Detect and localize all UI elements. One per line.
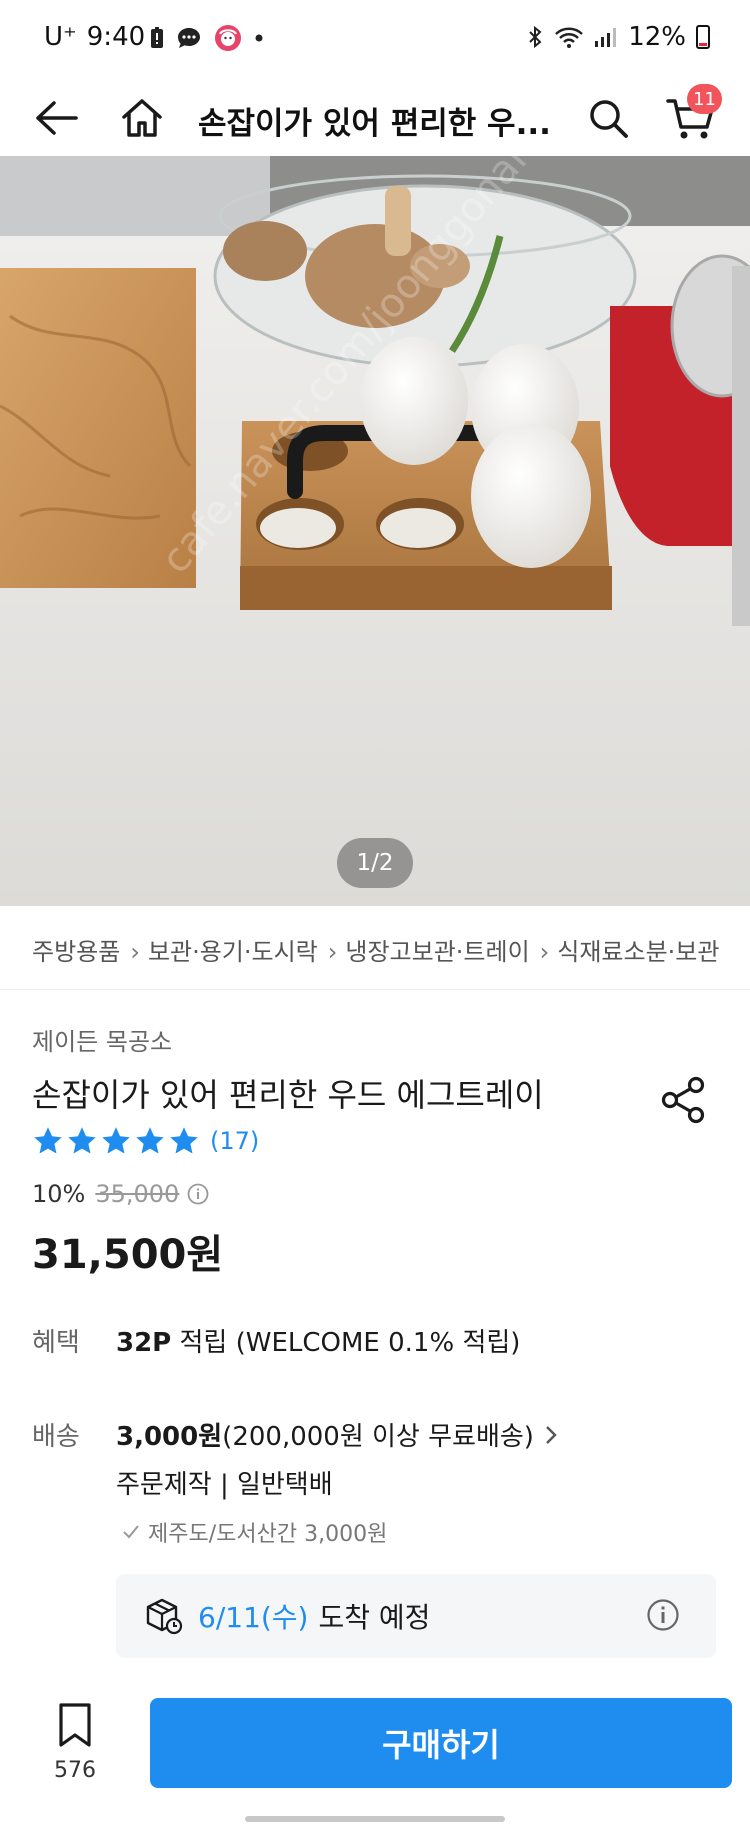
product-photo: cafe.naver.com/joonggonara	[0, 156, 750, 906]
star-icon	[34, 1127, 62, 1154]
chevron-right-icon: ›	[327, 938, 338, 966]
home-button[interactable]	[112, 88, 172, 148]
star-icon	[136, 1127, 164, 1154]
discount-rate: 10%	[32, 1180, 86, 1208]
jeju-shipping-note: 제주도/도서산간 3,000원	[122, 1516, 387, 1548]
chevron-right-icon	[546, 1425, 557, 1444]
info-icon[interactable]	[187, 1183, 209, 1205]
app-avatar-icon	[215, 25, 241, 51]
image-pager: 1/2	[337, 838, 413, 888]
star-icon	[68, 1127, 96, 1154]
arrival-date: 6/11(수)	[198, 1601, 309, 1634]
signal-icon	[595, 28, 617, 47]
clock: 9:40	[86, 22, 146, 52]
shipping-fee: 3,000원	[116, 1422, 223, 1452]
breadcrumb-item[interactable]: 주방용품	[32, 932, 120, 967]
product-image-gallery[interactable]: cafe.naver.com/joonggonara 1/2	[0, 156, 750, 906]
battery-alert-icon	[151, 27, 163, 48]
status-bar: U⁺ 9:40 12%	[0, 0, 750, 80]
breadcrumb: 주방용품 › 보관·용기·도시락 › 냉장고보관·트레이 › 식재료소분·보관	[0, 906, 750, 990]
system-status: 12%	[526, 22, 710, 52]
info-icon[interactable]	[646, 1598, 680, 1632]
share-icon	[661, 1076, 705, 1124]
price-line: 10% 35,000	[32, 1180, 209, 1208]
rating-stars	[32, 1126, 200, 1156]
final-price: 31,500원	[32, 1232, 224, 1278]
chevron-right-icon: ›	[130, 938, 140, 966]
star-icon	[170, 1127, 198, 1154]
home-icon	[122, 99, 162, 137]
review-count[interactable]: (17)	[210, 1127, 259, 1155]
home-indicator[interactable]	[245, 1816, 505, 1822]
bottom-action-bar: 576 구매하기	[0, 1680, 750, 1834]
breadcrumb-item[interactable]: 식재료소분·보관	[557, 932, 719, 967]
star-icon	[102, 1127, 130, 1154]
shipping-fee-row[interactable]: 3,000원 (200,000원 이상 무료배송)	[116, 1416, 560, 1453]
chevron-right-icon: ›	[539, 938, 550, 966]
arrival-text: 도착 예정	[318, 1601, 431, 1634]
dot-icon	[255, 34, 263, 42]
free-shipping-condition: (200,000원 이상 무료배송)	[222, 1422, 534, 1452]
carrier-label: U⁺	[44, 22, 77, 52]
bluetooth-icon	[529, 25, 542, 49]
buy-button[interactable]: 구매하기	[150, 1698, 732, 1788]
product-title: 손잡이가 있어 편리한 우드 에그트레이	[32, 1076, 544, 1114]
benefit-points: 32P	[116, 1328, 172, 1358]
back-button[interactable]	[26, 88, 86, 148]
share-button[interactable]	[656, 1072, 712, 1128]
delivery-box-icon	[146, 1598, 183, 1635]
battery-percent: 12%	[628, 22, 686, 52]
battery-icon	[696, 25, 710, 49]
breadcrumb-item[interactable]: 보관·용기·도시락	[148, 932, 318, 967]
shipping-method: 주문제작 | 일반택배	[116, 1470, 333, 1500]
jeju-shipping-text: 제주도/도서산간 3,000원	[148, 1522, 388, 1547]
cart-count-badge: 11	[687, 84, 722, 114]
original-price: 35,000	[95, 1180, 180, 1208]
notification-icons	[150, 24, 264, 52]
bookmark-count: 576	[54, 1758, 96, 1783]
rating[interactable]: (17)	[32, 1126, 259, 1156]
bookmark-button[interactable]: 576	[40, 1702, 110, 1783]
benefit-label: 혜택	[32, 1328, 80, 1358]
chat-icon	[178, 28, 200, 48]
benefit-text: 적립 (WELCOME 0.1% 적립)	[171, 1328, 521, 1358]
wifi-icon	[555, 27, 584, 48]
search-button[interactable]	[578, 88, 638, 148]
seller-name[interactable]: 제이든 목공소	[32, 1022, 172, 1057]
back-arrow-icon	[36, 101, 78, 135]
arrival-estimate: 6/11(수) 도착 예정	[116, 1574, 716, 1658]
page-title: 손잡이가 있어 편리한 우...	[198, 106, 551, 142]
status-time-group: U⁺ 9:40	[44, 22, 145, 52]
check-icon	[123, 1525, 139, 1539]
breadcrumb-item[interactable]: 냉장고보관·트레이	[345, 932, 529, 967]
app-header: 손잡이가 있어 편리한 우... 11	[0, 80, 750, 156]
cart-button[interactable]: 11	[660, 84, 722, 148]
search-icon	[590, 100, 628, 138]
benefit-value: 32P 적립 (WELCOME 0.1% 적립)	[116, 1322, 520, 1359]
bookmark-icon	[59, 1703, 91, 1747]
shipping-label: 배송	[32, 1422, 80, 1452]
